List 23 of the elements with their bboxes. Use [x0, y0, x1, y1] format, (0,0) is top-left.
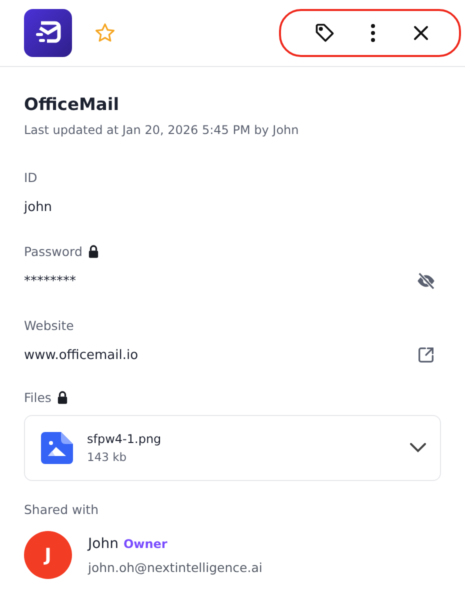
field-label: Files — [24, 390, 52, 404]
avatar: J — [24, 531, 72, 579]
file-size: 143 kb — [87, 450, 128, 464]
last-updated-text: Last updated at Jan 20, 2026 5:45 PM by John — [24, 123, 300, 137]
field-label: Shared with — [24, 502, 98, 516]
file-card[interactable]: sfpw4-1.png 143 kb — [24, 415, 441, 481]
star-icon[interactable] — [94, 22, 116, 44]
role-label: Owner — [123, 536, 168, 550]
field-label: Website — [24, 318, 74, 332]
external-link-icon[interactable] — [416, 345, 436, 365]
person-email: john.oh@nextintelligence.ai — [88, 560, 262, 574]
field-label: Password — [24, 244, 82, 258]
file-name: sfpw4-1.png — [87, 432, 162, 446]
item-title: OfficeMail — [24, 95, 120, 115]
field-value: john — [24, 200, 52, 214]
app-logo — [24, 9, 72, 57]
chevron-icon[interactable] — [410, 443, 426, 453]
image-file-icon — [41, 432, 73, 464]
hidden-eye-icon[interactable] — [416, 271, 436, 291]
field-value: www.officemail.io — [24, 348, 138, 362]
person-name: John — [88, 536, 118, 552]
field-value: ******** — [24, 274, 76, 288]
field-label: ID — [24, 170, 38, 184]
